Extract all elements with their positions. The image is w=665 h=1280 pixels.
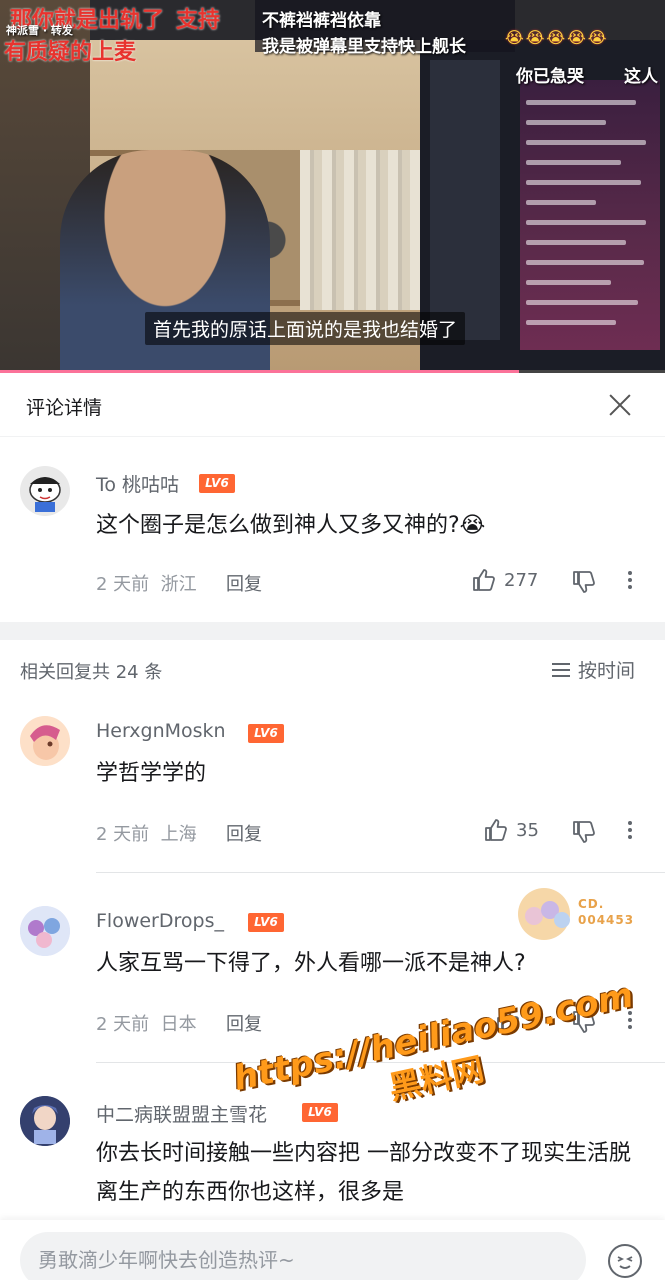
avatar-icon bbox=[20, 906, 70, 956]
like-button[interactable]: 277 bbox=[472, 568, 538, 592]
danmaku: 我是被弹幕里支持快上舰长 bbox=[262, 37, 466, 57]
chat-line bbox=[526, 180, 641, 185]
section-divider bbox=[0, 622, 665, 640]
like-count: 277 bbox=[504, 569, 539, 591]
like-count: 35 bbox=[516, 819, 539, 841]
chat-line bbox=[526, 280, 611, 285]
comment-username[interactable]: FlowerDrops_ bbox=[96, 910, 224, 932]
page-title: 评论详情 bbox=[26, 397, 103, 419]
chat-line bbox=[526, 300, 638, 305]
comment-content[interactable]: 这个圈子是怎么做到神人又多又神的?😭 bbox=[96, 506, 636, 545]
video-monitor-panel bbox=[430, 60, 500, 340]
comment-meta: 2 天前 日本 bbox=[96, 1010, 197, 1036]
comment-time: 2 天前 bbox=[96, 574, 150, 595]
chat-line bbox=[526, 320, 616, 325]
fan-badge-number: CD. 004453 bbox=[578, 897, 635, 927]
video-books bbox=[300, 150, 420, 310]
fan-badge: CD. 004453 bbox=[514, 886, 639, 942]
video-subtitle: 首先我的原话上面说的是我也结婚了 bbox=[145, 312, 466, 345]
avatar-icon bbox=[20, 1096, 70, 1146]
danmaku: 有质疑的上麦 bbox=[4, 40, 137, 65]
sort-label: 按时间 bbox=[578, 660, 636, 682]
more-icon[interactable] bbox=[625, 568, 635, 594]
comment-time: 2 天前 bbox=[96, 1014, 150, 1035]
more-icon[interactable] bbox=[625, 818, 635, 844]
emoji-face-icon[interactable] bbox=[608, 1244, 642, 1278]
comment-location: 浙江 bbox=[160, 574, 197, 595]
comment-meta: 2 天前 上海 bbox=[96, 820, 197, 846]
comment-time: 2 天前 bbox=[96, 824, 150, 845]
level-badge: LV6 bbox=[199, 474, 235, 493]
danmaku: 支持 bbox=[176, 8, 221, 33]
dislike-button[interactable] bbox=[570, 818, 598, 846]
reply-separator bbox=[96, 872, 665, 873]
comment-content[interactable]: 你去长时间接触一些内容把 一部分改变不了现实生活脱离生产的东西你也这样，很多是 bbox=[96, 1134, 636, 1212]
sort-by-time-button[interactable]: 按时间 bbox=[552, 656, 635, 683]
reply-button[interactable]: 回复 bbox=[226, 820, 262, 846]
comment-location: 日本 bbox=[160, 1014, 197, 1035]
avatar[interactable] bbox=[20, 906, 70, 956]
danmaku: 你已急哭 bbox=[516, 67, 584, 87]
chat-line bbox=[526, 100, 636, 105]
chat-line bbox=[526, 260, 644, 265]
close-icon[interactable] bbox=[603, 388, 637, 422]
thumb-down-icon bbox=[573, 571, 595, 593]
comment-detail-header: 评论详情 bbox=[0, 373, 665, 437]
avatar[interactable] bbox=[20, 466, 70, 516]
watermark: https://heiliao59.com 黑料网 bbox=[230, 975, 646, 1140]
thumb-up-icon bbox=[473, 569, 495, 591]
reply-button[interactable]: 回复 bbox=[226, 570, 262, 596]
like-button[interactable]: 35 bbox=[484, 818, 539, 842]
emoji-face-glyph bbox=[617, 1256, 633, 1269]
thumb-down-icon bbox=[573, 821, 595, 843]
chat-line bbox=[526, 220, 646, 225]
avatar-icon bbox=[20, 716, 70, 766]
level-badge: LV6 bbox=[248, 913, 284, 932]
reply-button[interactable]: 回复 bbox=[226, 1010, 262, 1036]
chat-line bbox=[526, 200, 596, 205]
comment-meta: 2 天前 浙江 bbox=[96, 570, 197, 596]
comment-input[interactable]: 勇敢滴少年啊快去创造热评~ bbox=[20, 1232, 586, 1280]
video-player[interactable]: 那你就是出轨了 支持 神派雪 · 转发 有质疑的上麦 不裤裆裤裆依靠 我是被弹幕… bbox=[0, 0, 665, 372]
chat-line bbox=[526, 240, 626, 245]
thumb-up-icon bbox=[485, 819, 507, 841]
comment-username[interactable]: To 桃咕咕 bbox=[96, 470, 179, 497]
dislike-button[interactable] bbox=[570, 568, 598, 596]
related-replies-count: 相关回复共 24 条 bbox=[20, 662, 163, 683]
chat-line bbox=[526, 120, 606, 125]
comment-content[interactable]: 学哲学学的 bbox=[96, 754, 636, 793]
chat-line bbox=[526, 160, 621, 165]
comment-location: 上海 bbox=[160, 824, 197, 845]
avatar[interactable] bbox=[20, 1096, 70, 1146]
avatar-icon bbox=[20, 466, 70, 516]
danmaku-emoji: 😭😭😭😭😭 bbox=[505, 28, 609, 47]
comment-username[interactable]: HerxgnMoskn bbox=[96, 720, 226, 742]
chat-line bbox=[526, 140, 646, 145]
comment-content[interactable]: 人家互骂一下得了，外人看哪一派不是神人? bbox=[96, 944, 636, 983]
avatar[interactable] bbox=[20, 716, 70, 766]
danmaku: 不裤裆裤裆依靠 bbox=[262, 11, 381, 31]
danmaku: 这人 bbox=[624, 67, 658, 87]
level-badge: LV6 bbox=[248, 724, 284, 743]
sort-icon bbox=[552, 662, 570, 677]
